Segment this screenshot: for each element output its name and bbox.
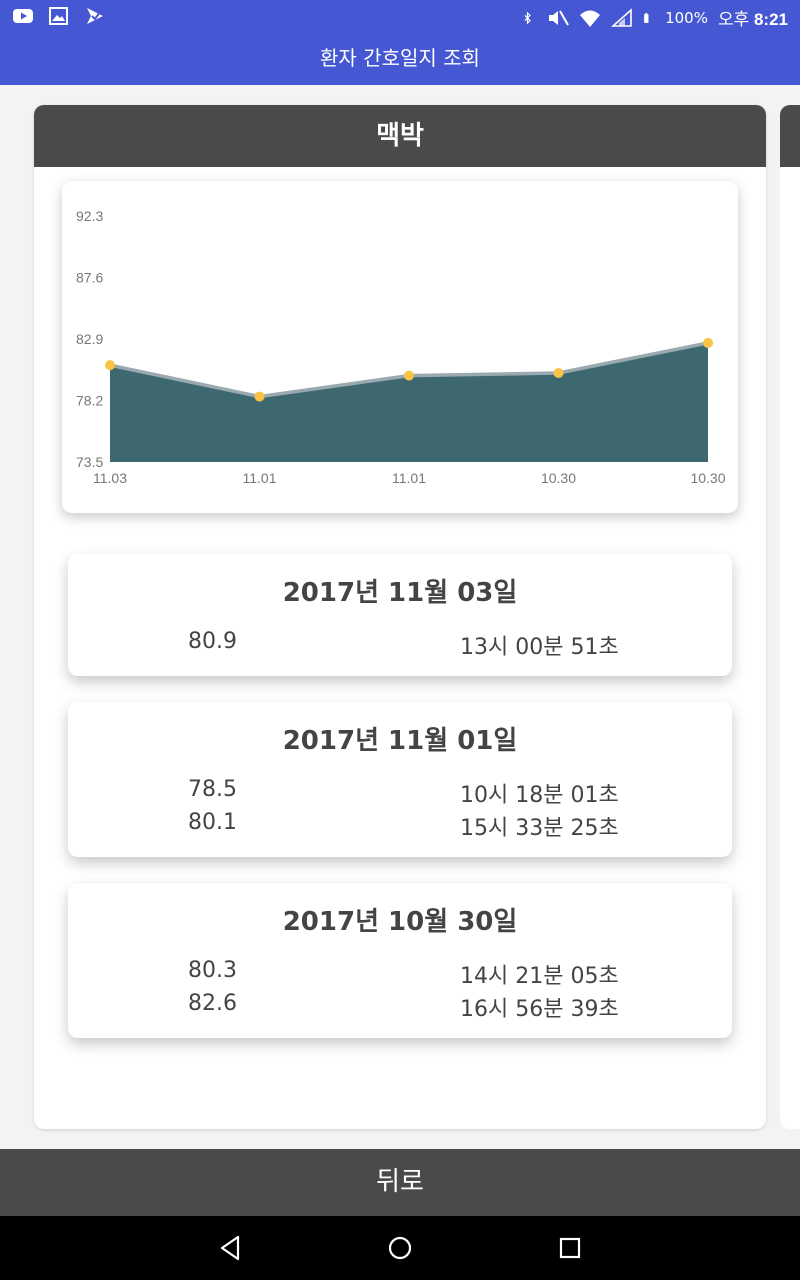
reading-time: 15시 33분 25초: [460, 816, 619, 841]
y-tick-label: 92.3: [76, 208, 103, 224]
y-tick-label: 87.6: [76, 270, 103, 286]
next-page-card-peek[interactable]: [780, 105, 800, 1129]
day-card: 2017년 11월 03일 80.9 13시 00분 51초: [68, 554, 732, 676]
day-date: 2017년 11월 03일: [282, 578, 518, 608]
clock-period: 오후: [717, 10, 750, 29]
status-clock: 오후 8:21: [718, 5, 788, 30]
x-tick-label: 10.30: [690, 470, 725, 486]
pulse-chart: 92.3 87.6 82.9 78.2 73.511.03 11.01 11.01 10.30…: [76, 208, 726, 486]
reading-row: 80.1 15시 33분 25초: [68, 810, 732, 843]
readings-list: 80.3 14시 21분 05초 82.6 16시 56분 39초: [68, 958, 732, 1024]
back-button[interactable]: 뒤로: [0, 1149, 800, 1216]
day-card: 2017년 11월 01일 78.5 10시 18분 01초 80.1 15시 …: [68, 702, 732, 857]
status-right-icons: 100% 오후 8:21: [523, 5, 788, 30]
pulse-card: 맥박 92.3 87.6 82.9 78.2 73.5 11.03 11.01 11.01 10…: [34, 105, 766, 1129]
card-title: 맥박: [376, 121, 424, 151]
reading-value: 80.1: [188, 810, 237, 835]
signal-icon: [611, 7, 632, 27]
app-bar-title: 환자 간호일지 조회: [320, 46, 480, 70]
readings-list: 80.9 13시 00분 51초: [68, 629, 732, 662]
reading-value: 78.5: [188, 777, 237, 802]
status-bar: 100% 오후 8:21: [0, 0, 800, 32]
reading-time: 14시 21분 05초: [460, 964, 619, 989]
system-nav-bar: [0, 1216, 800, 1280]
home-circle-icon[interactable]: [384, 1232, 416, 1264]
day-card: 2017년 10월 30일 80.3 14시 21분 05초 82.6 16시 …: [68, 883, 732, 1038]
x-tick-label: 11.01: [392, 470, 426, 486]
recents-square-icon[interactable]: [554, 1232, 586, 1264]
back-triangle-icon[interactable]: [214, 1232, 246, 1264]
y-tick-label: 73.5: [76, 454, 103, 470]
reading-time: 10시 18분 01초: [460, 783, 619, 808]
chart-point: [553, 368, 564, 379]
reading-row: 82.6 16시 56분 39초: [68, 991, 732, 1024]
reading-row: 78.5 10시 18분 01초: [68, 777, 732, 810]
clock-time: 8:21: [753, 10, 788, 29]
day-date: 2017년 10월 30일: [282, 907, 518, 937]
y-tick-label: 78.2: [76, 393, 103, 409]
content-area[interactable]: 맥박 92.3 87.6 82.9 78.2 73.5 11.03 11.01 11.01 10…: [0, 85, 800, 1149]
chart-point: [254, 391, 265, 402]
image-icon: [49, 7, 68, 25]
bluetooth-icon: [524, 11, 531, 24]
back-button-label: 뒤로: [376, 1167, 424, 1197]
reading-value: 80.3: [188, 958, 237, 983]
chart-point: [703, 337, 713, 348]
x-tick-label: 11.03: [93, 470, 127, 486]
chart-point: [105, 360, 115, 371]
battery-label: 100%: [665, 8, 708, 27]
reading-time: 16시 56분 39초: [460, 997, 619, 1022]
reading-value: 80.9: [188, 629, 237, 654]
day-date: 2017년 11월 01일: [282, 726, 518, 756]
readings-list: 78.5 10시 18분 01초 80.1 15시 33분 25초: [68, 777, 732, 843]
reading-row: 80.3 14시 21분 05초: [68, 958, 732, 991]
download-app-icon: [87, 8, 103, 24]
reading-value: 82.6: [188, 991, 237, 1016]
card-header: 맥박: [34, 105, 766, 167]
app-bar: 환자 간호일지 조회: [0, 32, 800, 85]
mute-icon: [549, 10, 569, 25]
next-card-header: [780, 105, 800, 167]
x-tick-label: 10.30: [541, 470, 576, 486]
y-tick-label: 82.9: [76, 331, 103, 347]
chart-point: [404, 370, 414, 381]
status-left-icons: [12, 6, 106, 26]
youtube-icon: [13, 9, 33, 23]
chart-card: 92.3 87.6 82.9 78.2 73.5 11.03 11.01 11.01 10.30…: [62, 181, 738, 513]
battery-icon: [644, 12, 649, 23]
reading-time: 13시 00분 51초: [460, 635, 619, 660]
wifi-icon: [580, 10, 601, 27]
reading-row: 80.9 13시 00분 51초: [68, 629, 732, 662]
x-tick-label: 11.01: [243, 470, 277, 486]
